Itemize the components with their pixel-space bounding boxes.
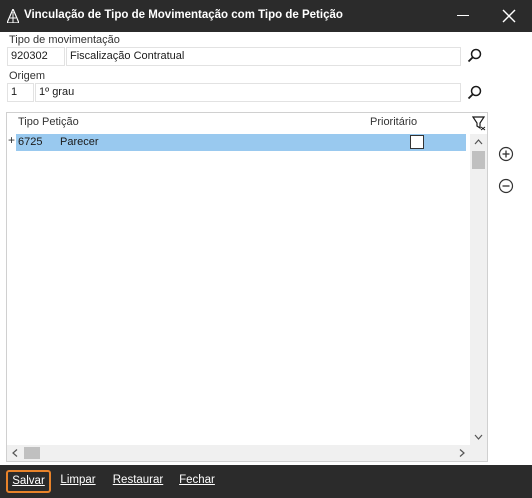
scroll-up-icon[interactable] [470,134,487,150]
origem-description-field[interactable]: 1º grau [35,83,461,102]
origem-label: Origem [9,70,46,82]
scroll-down-icon[interactable] [470,429,487,445]
column-prioritario[interactable]: Prioritário [370,116,417,128]
app-logo-icon [6,7,20,24]
movimentacao-label: Tipo de movimentação [9,34,120,46]
peticao-grid: Tipo Petição Prioritário + 6725 Parecer [6,112,488,462]
cell-peticao-description: Parecer [60,136,99,148]
search-icon[interactable] [466,47,484,65]
restore-button[interactable]: Restaurar [110,470,166,493]
scroll-right-icon[interactable] [454,445,470,461]
row-expander[interactable]: + [8,133,15,147]
origem-code-field[interactable]: 1 [7,83,34,102]
movimentacao-code-field[interactable]: 920302 [7,47,65,66]
vertical-scroll-thumb[interactable] [472,151,485,169]
column-tipo-peticao[interactable]: Tipo Petição [18,116,79,128]
action-bar: Salvar Limpar Restaurar Fechar [0,465,532,498]
title-bar: Vinculação de Tipo de Movimentação com T… [0,0,532,32]
scroll-corner [470,445,487,461]
scroll-left-icon[interactable] [7,445,23,461]
search-icon[interactable] [466,84,484,102]
movimentacao-description-field[interactable]: Fiscalização Contratual [66,47,461,66]
horizontal-scrollbar[interactable] [7,445,470,461]
clear-button[interactable]: Limpar [58,470,98,493]
remove-row-icon[interactable] [498,178,514,194]
minimize-icon[interactable] [446,0,480,32]
save-button[interactable]: Salvar [6,470,51,493]
add-row-icon[interactable] [498,146,514,162]
vertical-scrollbar[interactable] [470,134,487,445]
filter-icon[interactable] [471,115,486,131]
window-title: Vinculação de Tipo de Movimentação com T… [24,9,343,21]
horizontal-scroll-thumb[interactable] [24,447,40,459]
close-icon[interactable] [486,0,530,32]
prioritario-checkbox[interactable] [410,135,424,149]
grid-header: Tipo Petição Prioritário [7,113,487,133]
cell-peticao-code: 6725 [18,136,43,148]
table-row[interactable]: + 6725 Parecer [7,133,469,151]
close-button[interactable]: Fechar [176,470,218,493]
